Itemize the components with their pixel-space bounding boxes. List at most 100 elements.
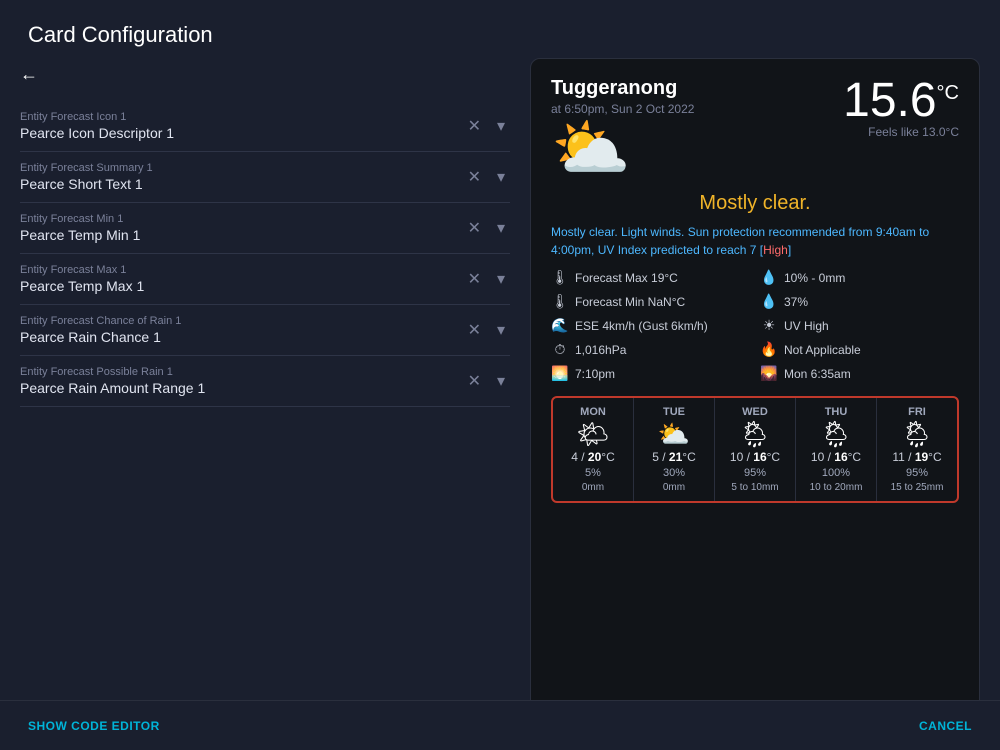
- forecast-temps: 11 / 19°C: [892, 450, 941, 464]
- forecast-icon: 🌤: [576, 421, 609, 447]
- forecast-chance: 30%: [663, 467, 685, 479]
- forecast-temps: 4 / 20°C: [571, 450, 615, 464]
- entity-text: Entity Forecast Icon 1 Pearce Icon Descr…: [20, 111, 463, 141]
- detail-text: 1,016hPa: [575, 343, 626, 357]
- forecast-day-name: THU: [825, 406, 848, 418]
- back-button[interactable]: ←: [20, 62, 510, 87]
- detail-icon: 🔥: [760, 341, 778, 358]
- weather-condition: Mostly clear.: [551, 192, 959, 215]
- weather-detail-item: 🔥 Not Applicable: [760, 339, 959, 360]
- forecast-icon: 🌦: [819, 421, 852, 447]
- entity-value: Pearce Temp Max 1: [20, 278, 463, 294]
- detail-text: Forecast Min NaN°C: [575, 295, 685, 309]
- entity-text: Entity Forecast Possible Rain 1 Pearce R…: [20, 366, 463, 396]
- weather-description: Mostly clear. Light winds. Sun protectio…: [551, 223, 959, 259]
- forecast-day: WED 🌦 10 / 16°C 95% 5 to 10mm: [715, 398, 796, 501]
- forecast-day-name: FRI: [908, 406, 926, 418]
- entity-dropdown-button[interactable]: ▾: [492, 216, 510, 240]
- forecast-day: THU 🌦 10 / 16°C 100% 10 to 20mm: [796, 398, 877, 501]
- weather-details-grid: 🌡 Forecast Max 19°C 💧 10% - 0mm 🌡Forecast Mi…: [551, 267, 959, 384]
- weather-detail-item: 💧 10% - 0mm: [760, 267, 959, 288]
- detail-icon: ⏱: [551, 341, 569, 358]
- forecast-chance: 100%: [822, 467, 850, 479]
- entity-text: Entity Forecast Max 1 Pearce Temp Max 1: [20, 264, 463, 294]
- entity-actions: ✕ ▾: [463, 114, 510, 138]
- show-code-editor-button[interactable]: SHOW CODE EDITOR: [28, 719, 160, 733]
- detail-icon: 🌡: [551, 269, 569, 286]
- entity-dropdown-button[interactable]: ▾: [492, 114, 510, 138]
- detail-text: ESE 4km/h (Gust 6km/h): [575, 319, 708, 333]
- weather-detail-item: ☀UV High: [760, 315, 959, 336]
- entity-remove-button[interactable]: ✕: [463, 369, 486, 393]
- page-title: Card Configuration: [0, 0, 1000, 58]
- detail-icon: 🌄: [760, 365, 778, 382]
- entity-row: Entity Forecast Min 1 Pearce Temp Min 1 …: [20, 203, 510, 254]
- entity-label: Entity Forecast Icon 1: [20, 111, 463, 123]
- entity-value: Pearce Rain Chance 1: [20, 329, 463, 345]
- detail-icon: 🌊: [551, 317, 569, 334]
- entity-remove-button[interactable]: ✕: [463, 318, 486, 342]
- entity-actions: ✕ ▾: [463, 318, 510, 342]
- entity-dropdown-button[interactable]: ▾: [492, 267, 510, 291]
- cancel-button[interactable]: CANCEL: [919, 719, 972, 733]
- forecast-day: MON 🌤 4 / 20°C 5% 0mm: [553, 398, 634, 501]
- entity-row: Entity Forecast Summary 1 Pearce Short T…: [20, 152, 510, 203]
- forecast-rain: 15 to 25mm: [891, 482, 944, 493]
- entity-value: Pearce Icon Descriptor 1: [20, 125, 463, 141]
- forecast-rain: 0mm: [663, 482, 685, 493]
- entity-text: Entity Forecast Chance of Rain 1 Pearce …: [20, 315, 463, 345]
- entity-row: Entity Forecast Max 1 Pearce Temp Max 1 …: [20, 254, 510, 305]
- entity-label: Entity Forecast Chance of Rain 1: [20, 315, 463, 327]
- entity-actions: ✕ ▾: [463, 369, 510, 393]
- entity-remove-button[interactable]: ✕: [463, 216, 486, 240]
- detail-icon: 💧: [760, 293, 778, 310]
- weather-detail-item: 🌡 Forecast Max 19°C: [551, 267, 750, 288]
- forecast-day: TUE ⛅ 5 / 21°C 30% 0mm: [634, 398, 715, 501]
- entity-remove-button[interactable]: ✕: [463, 165, 486, 189]
- forecast-day-name: TUE: [663, 406, 685, 418]
- entity-actions: ✕ ▾: [463, 165, 510, 189]
- entity-label: Entity Forecast Summary 1: [20, 162, 463, 174]
- detail-icon: 💧: [760, 269, 778, 286]
- entity-row: Entity Forecast Icon 1 Pearce Icon Descr…: [20, 101, 510, 152]
- forecast-icon: 🌦: [900, 421, 933, 447]
- entity-dropdown-button[interactable]: ▾: [492, 369, 510, 393]
- forecast-chance: 5%: [585, 467, 601, 479]
- weather-detail-item: 🌡Forecast Min NaN°C: [551, 291, 750, 312]
- entity-remove-button[interactable]: ✕: [463, 267, 486, 291]
- forecast-day-name: MON: [580, 406, 606, 418]
- entity-actions: ✕ ▾: [463, 216, 510, 240]
- forecast-chance: 95%: [744, 467, 766, 479]
- entity-text: Entity Forecast Summary 1 Pearce Short T…: [20, 162, 463, 192]
- detail-icon: 🌅: [551, 365, 569, 382]
- detail-text: Mon 6:35am: [784, 367, 851, 381]
- forecast-rain: 0mm: [582, 482, 604, 493]
- detail-text: 37%: [784, 295, 808, 309]
- entity-text: Entity Forecast Min 1 Pearce Temp Min 1: [20, 213, 463, 243]
- detail-text: Forecast Max 19°C: [575, 271, 678, 285]
- forecast-rain: 10 to 20mm: [810, 482, 863, 493]
- entity-dropdown-button[interactable]: ▾: [492, 165, 510, 189]
- entity-dropdown-button[interactable]: ▾: [492, 318, 510, 342]
- detail-text: 10% - 0mm: [784, 271, 845, 285]
- weather-icon-large: ⛅: [551, 116, 694, 180]
- detail-text: UV High: [784, 319, 829, 333]
- entity-value: Pearce Temp Min 1: [20, 227, 463, 243]
- weather-detail-item: 🌄 Mon 6:35am: [760, 363, 959, 384]
- bottom-bar: SHOW CODE EDITOR CANCEL: [0, 700, 1000, 750]
- entity-value: Pearce Short Text 1: [20, 176, 463, 192]
- left-panel: ← Entity Forecast Icon 1 Pearce Icon Des…: [20, 58, 510, 718]
- forecast-icon: 🌦: [738, 421, 771, 447]
- forecast-icon: ⛅: [658, 421, 690, 447]
- weather-detail-item: 💧 37%: [760, 291, 959, 312]
- forecast-section: MON 🌤 4 / 20°C 5% 0mm TUE ⛅ 5 / 21°C 30%…: [551, 396, 959, 503]
- weather-detail-item: 🌊 ESE 4km/h (Gust 6km/h): [551, 315, 750, 336]
- forecast-temps: 10 / 16°C: [730, 450, 780, 464]
- entity-row: Entity Forecast Chance of Rain 1 Pearce …: [20, 305, 510, 356]
- entity-label: Entity Forecast Possible Rain 1: [20, 366, 463, 378]
- entity-remove-button[interactable]: ✕: [463, 114, 486, 138]
- entity-value: Pearce Rain Amount Range 1: [20, 380, 463, 396]
- entity-actions: ✕ ▾: [463, 267, 510, 291]
- detail-text: Not Applicable: [784, 343, 861, 357]
- forecast-chance: 95%: [906, 467, 928, 479]
